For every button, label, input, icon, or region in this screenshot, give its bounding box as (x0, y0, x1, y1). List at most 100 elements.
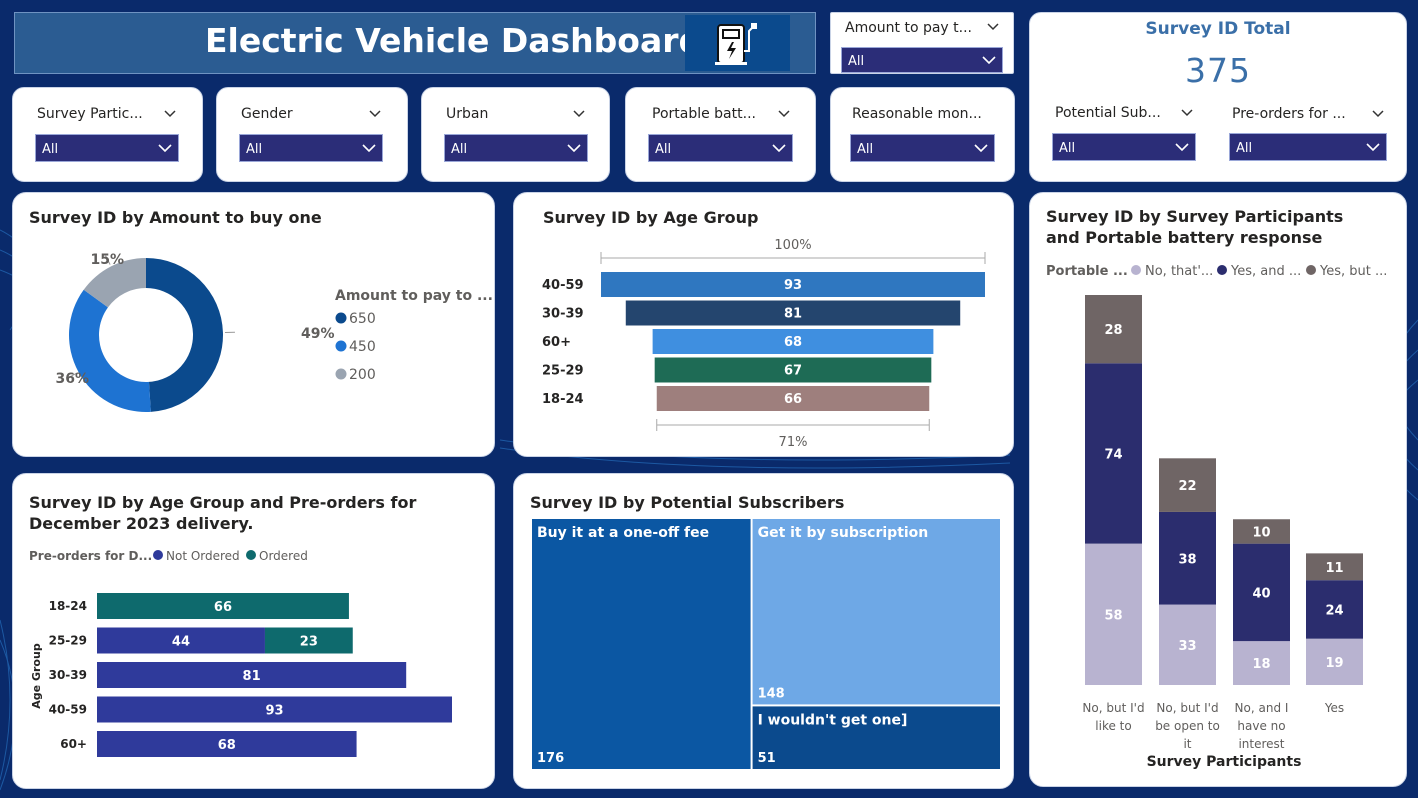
category-label: No, and I (1235, 701, 1289, 715)
slicer-value: All (1236, 141, 1253, 156)
category-label: No, but I'd (1156, 701, 1218, 715)
chevron-down-icon (158, 144, 172, 153)
y-axis-title: Age Group (30, 643, 43, 709)
stacked-column-chart: Portable ... No, that'... Yes, and ... Yes,… (1046, 264, 1387, 770)
horizontal-bar-chart: Pre-orders for D... Not Ordered Ordered 18-… (29, 549, 452, 757)
slicer-dropdown-preorders[interactable]: All (1229, 133, 1387, 161)
segment-value-label: 11 (1325, 561, 1343, 576)
category-label: like to (1095, 719, 1131, 733)
category-label: 60+ (60, 737, 87, 751)
slicer-label: Survey Partic... (37, 106, 143, 122)
donut-percent-label: 49% (301, 326, 335, 342)
funnel-category-label: 60+ (542, 335, 571, 350)
donut-slice-450[interactable] (69, 289, 151, 412)
legend-label: Not Ordered (166, 549, 240, 563)
slicer-dropdown[interactable]: All (841, 47, 1003, 73)
slicer-dropdown[interactable]: All (35, 134, 179, 162)
slicer-label: Portable batt... (652, 106, 756, 122)
slicer-value: All (848, 54, 865, 69)
slicer-gender[interactable]: Gender All (216, 87, 408, 182)
category-label: 25-29 (49, 634, 87, 648)
chevron-down-icon[interactable] (573, 110, 585, 118)
chevron-down-icon (974, 144, 988, 153)
donut-chart: 49% 36% 15% Amount to pay to ... 650 450 200 (55, 252, 493, 412)
treemap-chart: Buy it at a one-off fee 176 Get it by subs… (532, 519, 1000, 769)
slicer-value: All (246, 142, 263, 157)
bar-value-label: 93 (265, 704, 283, 719)
slicer-label: Amount to pay t... (845, 20, 973, 36)
slicer-dropdown[interactable]: All (850, 134, 995, 162)
kpi-card: Survey ID Total 375 Potential Sub... All… (1029, 12, 1407, 182)
dashboard-title: Electric Vehicle Dashboard (205, 21, 703, 60)
slicer-survey-participants[interactable]: Survey Partic... All (12, 87, 203, 182)
funnel-value-label: 67 (784, 364, 802, 379)
legend-dot (1306, 265, 1316, 275)
legend-dot (335, 368, 347, 380)
bar-value-label: 66 (214, 600, 232, 615)
category-label: 30-39 (49, 668, 87, 682)
slicer-label: Reasonable mon... (852, 106, 982, 122)
funnel-bottom-label: 71% (779, 435, 808, 450)
donut-slice-650[interactable] (146, 258, 223, 412)
chevron-down-icon[interactable] (1372, 110, 1384, 118)
category-label: No, but I'd (1082, 701, 1144, 715)
category-label: 40-59 (49, 703, 87, 717)
slicer-value: All (655, 142, 672, 157)
chevron-down-icon[interactable] (369, 110, 381, 118)
slicer-dropdown[interactable]: All (444, 134, 588, 162)
segment-value-label: 58 (1104, 608, 1122, 623)
category-label: be open to (1155, 719, 1220, 733)
legend-label: Yes, but ... (1319, 264, 1387, 279)
treemap-tile[interactable] (532, 519, 751, 769)
chevron-down-icon[interactable] (1181, 109, 1193, 117)
funnel-chart: 100% 93 40-59 81 30-39 68 60+ 67 25-29 66 18-24 71% (542, 238, 986, 450)
funnel-value-label: 93 (784, 278, 802, 293)
legend-label: Ordered (259, 549, 308, 563)
legend-label: 200 (349, 367, 376, 383)
funnel-top-bracket (600, 252, 986, 264)
slicer-urban[interactable]: Urban All (421, 87, 610, 182)
funnel-value-label: 68 (784, 335, 802, 350)
funnel-category-label: 18-24 (542, 392, 584, 407)
slicer-label: Potential Sub... (1055, 105, 1161, 121)
participants-battery-card: Survey ID by Survey Participants and Por… (1029, 192, 1407, 787)
age-preorders-card: Survey ID by Age Group and Pre-orders fo… (12, 473, 495, 789)
legend-label: No, that'... (1145, 264, 1213, 279)
segment-value-label: 33 (1178, 639, 1196, 654)
treemap-tile-value: 51 (758, 751, 776, 766)
slicer-dropdown[interactable]: All (239, 134, 383, 162)
legend-dot (153, 550, 163, 560)
legend-title: Pre-orders for D... (29, 549, 152, 563)
segment-value-label: 28 (1104, 323, 1122, 338)
chevron-down-icon[interactable] (987, 23, 999, 31)
slicer-dropdown-potential-sub[interactable]: All (1052, 133, 1196, 161)
funnel-value-label: 81 (784, 307, 802, 322)
slicer-amount-to-pay[interactable]: Amount to pay t... All (830, 12, 1014, 74)
category-label: Yes (1324, 701, 1344, 715)
funnel-bottom-bracket (656, 419, 930, 431)
segment-value-label: 10 (1252, 525, 1270, 540)
category-label: 18-24 (49, 599, 87, 613)
slicer-reasonable-money[interactable]: Reasonable mon... All (830, 87, 1015, 182)
treemap-tile-label: Get it by subscription (758, 525, 929, 541)
chevron-down-icon[interactable] (778, 110, 790, 118)
chevron-down-icon (772, 144, 786, 153)
slicer-label: Urban (446, 106, 489, 122)
legend-label: 450 (349, 339, 376, 355)
treemap-tile[interactable] (752, 519, 1000, 705)
funnel-category-label: 40-59 (542, 278, 584, 293)
slicer-portable-battery[interactable]: Portable batt... All (625, 87, 816, 182)
legend-label: 650 (349, 311, 376, 327)
legend-title: Amount to pay to ... (335, 288, 493, 304)
donut-percent-label: 36% (55, 371, 89, 387)
treemap-tile-value: 148 (758, 686, 785, 701)
chevron-down-icon[interactable] (164, 110, 176, 118)
treemap-tile-value: 176 (537, 751, 564, 766)
kpi-title: Survey ID Total (1145, 19, 1291, 39)
potential-subscribers-card: Survey ID by Potential Subscribers Buy i… (513, 473, 1014, 789)
slicer-dropdown[interactable]: All (648, 134, 793, 162)
kpi-value: 375 (1185, 51, 1251, 90)
amount-donut-card: Survey ID by Amount to buy one 49% 36% 15%… (12, 192, 495, 457)
segment-value-label: 24 (1325, 603, 1343, 618)
segment-value-label: 74 (1104, 447, 1122, 462)
